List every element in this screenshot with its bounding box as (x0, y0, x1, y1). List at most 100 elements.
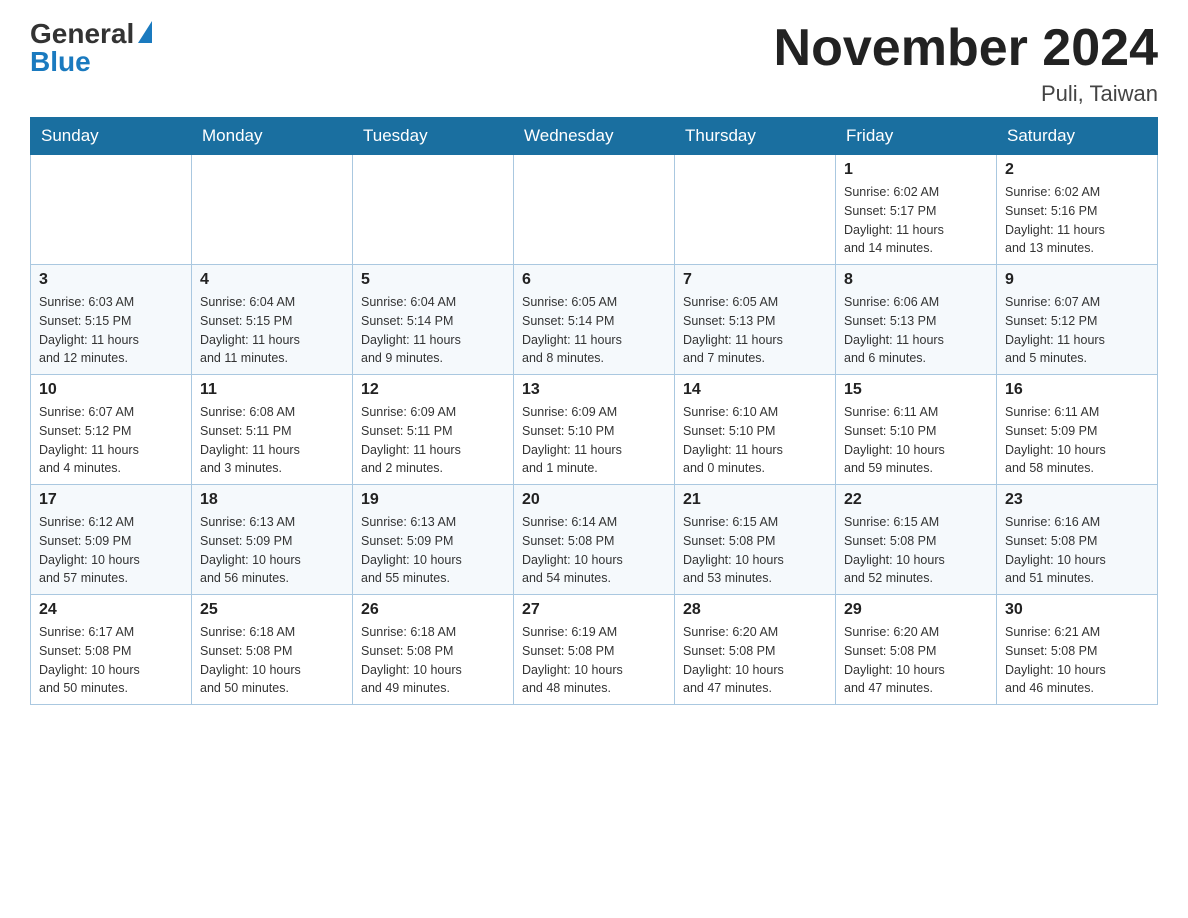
calendar-cell: 22 Sunrise: 6:15 AM Sunset: 5:08 PM Dayli… (836, 485, 997, 595)
calendar-cell: 3 Sunrise: 6:03 AM Sunset: 5:15 PM Daylig… (31, 265, 192, 375)
calendar-cell: 12 Sunrise: 6:09 AM Sunset: 5:11 PM Dayli… (353, 375, 514, 485)
day-info: Sunrise: 6:15 AM Sunset: 5:08 PM Dayligh… (844, 513, 988, 588)
weekday-header-thursday: Thursday (675, 118, 836, 155)
calendar-cell: 9 Sunrise: 6:07 AM Sunset: 5:12 PM Daylig… (997, 265, 1158, 375)
day-info: Sunrise: 6:10 AM Sunset: 5:10 PM Dayligh… (683, 403, 827, 478)
day-number: 26 (361, 601, 505, 619)
calendar-week-row: 3 Sunrise: 6:03 AM Sunset: 5:15 PM Daylig… (31, 265, 1158, 375)
calendar-cell: 6 Sunrise: 6:05 AM Sunset: 5:14 PM Daylig… (514, 265, 675, 375)
day-info: Sunrise: 6:15 AM Sunset: 5:08 PM Dayligh… (683, 513, 827, 588)
day-info: Sunrise: 6:19 AM Sunset: 5:08 PM Dayligh… (522, 623, 666, 698)
calendar-cell: 2 Sunrise: 6:02 AM Sunset: 5:16 PM Daylig… (997, 155, 1158, 265)
day-info: Sunrise: 6:04 AM Sunset: 5:14 PM Dayligh… (361, 293, 505, 368)
calendar-cell: 8Sunrise: 6:06 AM Sunset: 5:13 PM Daylig… (836, 265, 997, 375)
day-info: Sunrise: 6:06 AM Sunset: 5:13 PM Dayligh… (844, 293, 988, 368)
location-text: Puli, Taiwan (774, 81, 1158, 107)
day-info: Sunrise: 6:20 AM Sunset: 5:08 PM Dayligh… (683, 623, 827, 698)
calendar-cell (31, 155, 192, 265)
calendar-cell: 30 Sunrise: 6:21 AM Sunset: 5:08 PM Dayli… (997, 595, 1158, 705)
day-info: Sunrise: 6:08 AM Sunset: 5:11 PM Dayligh… (200, 403, 344, 478)
day-number: 16 (1005, 381, 1149, 399)
day-number: 14 (683, 381, 827, 399)
day-info: Sunrise: 6:11 AM Sunset: 5:10 PM Dayligh… (844, 403, 988, 478)
day-info: Sunrise: 6:18 AM Sunset: 5:08 PM Dayligh… (361, 623, 505, 698)
weekday-header-tuesday: Tuesday (353, 118, 514, 155)
calendar-cell: 1 Sunrise: 6:02 AM Sunset: 5:17 PM Daylig… (836, 155, 997, 265)
calendar-week-row: 24 Sunrise: 6:17 AM Sunset: 5:08 PM Dayli… (31, 595, 1158, 705)
logo-triangle-icon (138, 21, 152, 43)
day-info: Sunrise: 6:16 AM Sunset: 5:08 PM Dayligh… (1005, 513, 1149, 588)
day-number: 25 (200, 601, 344, 619)
page-header: General Blue November 2024 Puli, Taiwan (30, 20, 1158, 107)
logo: General Blue (30, 20, 152, 76)
day-number: 28 (683, 601, 827, 619)
day-info: Sunrise: 6:09 AM Sunset: 5:11 PM Dayligh… (361, 403, 505, 478)
day-info: Sunrise: 6:07 AM Sunset: 5:12 PM Dayligh… (1005, 293, 1149, 368)
day-number: 12 (361, 381, 505, 399)
day-info: Sunrise: 6:04 AM Sunset: 5:15 PM Dayligh… (200, 293, 344, 368)
calendar-cell: 14 Sunrise: 6:10 AM Sunset: 5:10 PM Dayli… (675, 375, 836, 485)
day-number: 20 (522, 491, 666, 509)
logo-blue-text: Blue (30, 48, 91, 76)
calendar-cell: 25 Sunrise: 6:18 AM Sunset: 5:08 PM Dayli… (192, 595, 353, 705)
day-number: 2 (1005, 161, 1149, 179)
calendar-cell (675, 155, 836, 265)
day-number: 5 (361, 271, 505, 289)
day-number: 22 (844, 491, 988, 509)
calendar-cell: 4Sunrise: 6:04 AM Sunset: 5:15 PM Daylig… (192, 265, 353, 375)
day-number: 23 (1005, 491, 1149, 509)
day-info: Sunrise: 6:20 AM Sunset: 5:08 PM Dayligh… (844, 623, 988, 698)
calendar-cell: 28 Sunrise: 6:20 AM Sunset: 5:08 PM Dayli… (675, 595, 836, 705)
day-number: 7 (683, 271, 827, 289)
day-info: Sunrise: 6:02 AM Sunset: 5:16 PM Dayligh… (1005, 183, 1149, 258)
calendar-week-row: 17 Sunrise: 6:12 AM Sunset: 5:09 PM Dayli… (31, 485, 1158, 595)
day-number: 11 (200, 381, 344, 399)
calendar-cell: 11 Sunrise: 6:08 AM Sunset: 5:11 PM Dayli… (192, 375, 353, 485)
calendar-cell: 5 Sunrise: 6:04 AM Sunset: 5:14 PM Daylig… (353, 265, 514, 375)
day-info: Sunrise: 6:14 AM Sunset: 5:08 PM Dayligh… (522, 513, 666, 588)
day-info: Sunrise: 6:11 AM Sunset: 5:09 PM Dayligh… (1005, 403, 1149, 478)
calendar-cell: 27 Sunrise: 6:19 AM Sunset: 5:08 PM Dayli… (514, 595, 675, 705)
month-title: November 2024 (774, 20, 1158, 77)
day-info: Sunrise: 6:13 AM Sunset: 5:09 PM Dayligh… (200, 513, 344, 588)
calendar-week-row: 10Sunrise: 6:07 AM Sunset: 5:12 PM Dayli… (31, 375, 1158, 485)
calendar-cell: 29Sunrise: 6:20 AM Sunset: 5:08 PM Dayli… (836, 595, 997, 705)
calendar-cell: 24 Sunrise: 6:17 AM Sunset: 5:08 PM Dayli… (31, 595, 192, 705)
calendar-cell (514, 155, 675, 265)
day-info: Sunrise: 6:03 AM Sunset: 5:15 PM Dayligh… (39, 293, 183, 368)
day-info: Sunrise: 6:18 AM Sunset: 5:08 PM Dayligh… (200, 623, 344, 698)
day-number: 21 (683, 491, 827, 509)
day-number: 30 (1005, 601, 1149, 619)
weekday-header-sunday: Sunday (31, 118, 192, 155)
day-number: 24 (39, 601, 183, 619)
day-info: Sunrise: 6:21 AM Sunset: 5:08 PM Dayligh… (1005, 623, 1149, 698)
day-info: Sunrise: 6:12 AM Sunset: 5:09 PM Dayligh… (39, 513, 183, 588)
day-number: 15 (844, 381, 988, 399)
calendar-cell: 19Sunrise: 6:13 AM Sunset: 5:09 PM Dayli… (353, 485, 514, 595)
calendar-cell: 10Sunrise: 6:07 AM Sunset: 5:12 PM Dayli… (31, 375, 192, 485)
calendar-cell: 20 Sunrise: 6:14 AM Sunset: 5:08 PM Dayli… (514, 485, 675, 595)
calendar-cell: 18Sunrise: 6:13 AM Sunset: 5:09 PM Dayli… (192, 485, 353, 595)
calendar-cell: 15 Sunrise: 6:11 AM Sunset: 5:10 PM Dayli… (836, 375, 997, 485)
day-info: Sunrise: 6:05 AM Sunset: 5:14 PM Dayligh… (522, 293, 666, 368)
calendar-cell: 17 Sunrise: 6:12 AM Sunset: 5:09 PM Dayli… (31, 485, 192, 595)
calendar-table: SundayMondayTuesdayWednesdayThursdayFrid… (30, 117, 1158, 705)
day-number: 27 (522, 601, 666, 619)
day-info: Sunrise: 6:07 AM Sunset: 5:12 PM Dayligh… (39, 403, 183, 478)
day-number: 1 (844, 161, 988, 179)
day-info: Sunrise: 6:02 AM Sunset: 5:17 PM Dayligh… (844, 183, 988, 258)
day-number: 6 (522, 271, 666, 289)
weekday-header-row: SundayMondayTuesdayWednesdayThursdayFrid… (31, 118, 1158, 155)
day-number: 9 (1005, 271, 1149, 289)
day-info: Sunrise: 6:17 AM Sunset: 5:08 PM Dayligh… (39, 623, 183, 698)
day-number: 3 (39, 271, 183, 289)
day-number: 17 (39, 491, 183, 509)
calendar-cell (353, 155, 514, 265)
weekday-header-saturday: Saturday (997, 118, 1158, 155)
weekday-header-friday: Friday (836, 118, 997, 155)
day-number: 13 (522, 381, 666, 399)
day-info: Sunrise: 6:09 AM Sunset: 5:10 PM Dayligh… (522, 403, 666, 478)
weekday-header-monday: Monday (192, 118, 353, 155)
calendar-cell: 16 Sunrise: 6:11 AM Sunset: 5:09 PM Dayli… (997, 375, 1158, 485)
calendar-cell: 7Sunrise: 6:05 AM Sunset: 5:13 PM Daylig… (675, 265, 836, 375)
